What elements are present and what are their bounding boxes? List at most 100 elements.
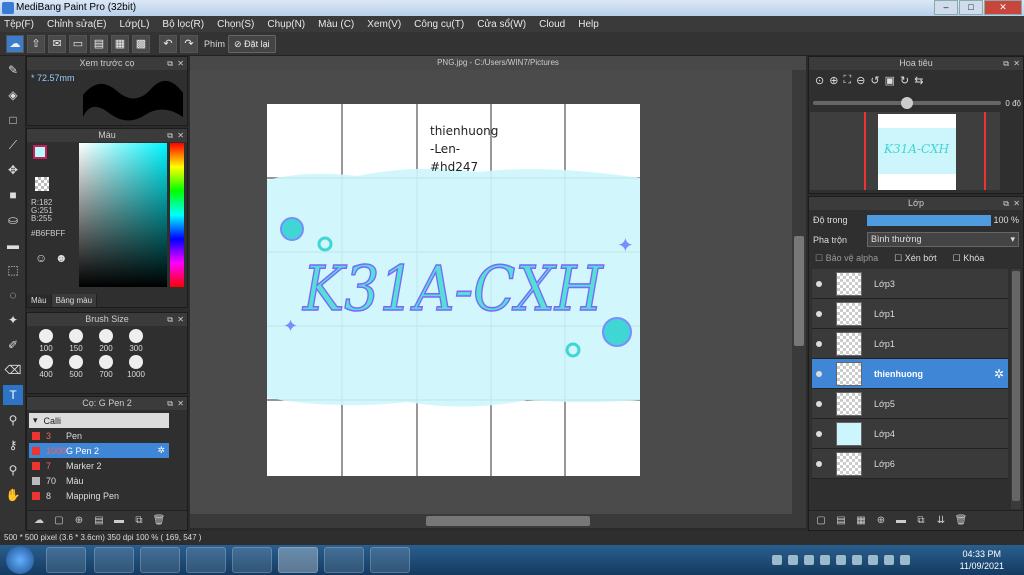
blend-mode-select[interactable]: Bình thường ▾ — [867, 232, 1019, 247]
new-1bit-layer-icon[interactable]: ▦ — [853, 514, 869, 528]
layer-row[interactable]: Lớp5 — [812, 389, 1008, 419]
brush-item[interactable]: 3 Pen — [29, 428, 169, 443]
undock-icon[interactable]: ⧉ — [167, 397, 173, 410]
protect-alpha-checkbox[interactable]: ☐ Bảo vệ alpha — [815, 253, 878, 264]
layer-row[interactable]: Lớp4 — [812, 419, 1008, 449]
horizontal-scroll-thumb[interactable] — [426, 516, 590, 526]
chat-icon[interactable]: ▭ — [69, 34, 87, 53]
lasso-tool-icon[interactable]: ◌ — [3, 285, 23, 305]
layer-scrollbar[interactable] — [1011, 269, 1021, 509]
zoom-in-icon[interactable]: ⊕ — [829, 74, 838, 87]
move-tool-icon[interactable]: ✥ — [3, 160, 23, 180]
layer-row[interactable]: Lớp1 — [812, 329, 1008, 359]
rotation-slider-thumb[interactable] — [901, 97, 913, 109]
brush-size-option[interactable]: 400 — [31, 355, 61, 379]
brush-item[interactable]: 7 Marker 2 — [29, 458, 169, 473]
close-panel-icon[interactable]: ✕ — [1013, 197, 1020, 210]
undock-icon[interactable]: ⧉ — [167, 313, 173, 326]
reset-button[interactable]: ⊘ Đặt lại — [228, 34, 276, 53]
pdf-reader-taskbar-icon[interactable] — [324, 547, 364, 573]
grid-icon[interactable]: ▩ — [132, 34, 150, 53]
brush-size-option[interactable]: 700 — [91, 355, 121, 379]
volume-icon[interactable] — [868, 555, 878, 565]
undock-icon[interactable]: ⧉ — [1003, 57, 1009, 70]
share-icon[interactable]: ⇧ — [27, 34, 45, 53]
fit-window-icon[interactable]: ⛶ — [843, 74, 851, 87]
opacity-slider[interactable] — [867, 215, 991, 226]
select-tool-icon[interactable]: ⬚ — [3, 260, 23, 280]
menu-filter[interactable]: Bộ lọc(R) — [162, 19, 204, 30]
tray-icon[interactable] — [820, 555, 830, 565]
zalo-taskbar-icon[interactable] — [94, 547, 134, 573]
canvas-paper[interactable]: ✦ ✦ K31A-CXH thienhuong -Len- #hd247 — [267, 104, 640, 476]
system-clock[interactable]: 04:33 PM 11/09/2021 — [960, 548, 1004, 572]
visibility-icon[interactable] — [816, 460, 822, 467]
fill-rect-tool-icon[interactable]: ■ — [3, 185, 23, 205]
close-button[interactable]: ✕ — [984, 0, 1022, 15]
brush-settings-icon[interactable]: ▤ — [91, 514, 107, 528]
eyedropper-tool-icon[interactable]: ⚷ — [3, 435, 23, 455]
visibility-icon[interactable] — [816, 280, 822, 287]
copy-icon[interactable]: ⧉ — [131, 514, 147, 528]
explorer-taskbar-icon[interactable] — [46, 547, 86, 573]
brush-item[interactable]: 70 Màu — [29, 473, 169, 488]
merge-layer-icon[interactable]: ⇊ — [933, 514, 949, 528]
brush-size-option[interactable]: 200 — [91, 329, 121, 353]
tray-icon[interactable] — [788, 555, 798, 565]
visibility-icon[interactable] — [816, 370, 822, 377]
menu-edit[interactable]: Chỉnh sửa(E) — [47, 19, 107, 30]
new-halftone-layer-icon[interactable]: ▤ — [833, 514, 849, 528]
add-brush-icon[interactable]: ⊕ — [71, 514, 87, 528]
new-layer-icon[interactable]: ▢ — [813, 514, 829, 528]
delete-icon[interactable]: 🗑 — [151, 514, 167, 528]
gradient-tool-icon[interactable]: ▬ — [3, 235, 23, 255]
navigator-preview[interactable]: K31A-CXH — [810, 112, 1000, 190]
select-pen-tool-icon[interactable]: ✐ — [3, 335, 23, 355]
menu-color[interactable]: Màu (C) — [318, 19, 354, 30]
menu-window[interactable]: Cửa sổ(W) — [477, 19, 526, 30]
select-eraser-tool-icon[interactable]: ⌫ — [3, 360, 23, 380]
visibility-icon[interactable] — [816, 310, 822, 317]
brush-size-option[interactable]: 300 — [121, 329, 151, 353]
folder-icon[interactable]: ▬ — [111, 514, 127, 528]
actual-size-icon[interactable]: ▣ — [885, 74, 895, 87]
zoom-fit-icon[interactable]: ⊙ — [815, 74, 824, 87]
maximize-button[interactable]: □ — [959, 0, 983, 15]
gear-icon[interactable]: ✲ — [157, 445, 165, 456]
brush-size-option[interactable]: 150 — [61, 329, 91, 353]
brush-group-calli[interactable]: ▾ Calli — [29, 413, 169, 428]
dot-tool-icon[interactable]: ⟋ — [3, 135, 23, 155]
layer-row[interactable]: Lớp6 — [812, 449, 1008, 479]
clip-checkbox[interactable]: ☐ Xén bớt — [894, 253, 937, 264]
media-player-taskbar-icon[interactable] — [140, 547, 180, 573]
close-panel-icon[interactable]: ✕ — [177, 397, 184, 410]
delete-layer-icon[interactable]: 🗑 — [953, 514, 969, 528]
rotate-right-icon[interactable]: ↻ — [900, 74, 909, 87]
start-button-icon[interactable] — [6, 546, 34, 574]
menu-snap[interactable]: Chụp(N) — [267, 19, 305, 30]
rotate-left-icon[interactable]: ↺ — [870, 74, 879, 87]
menu-view[interactable]: Xem(V) — [367, 19, 401, 30]
minimize-button[interactable]: – — [934, 0, 958, 15]
brush-size-option[interactable]: 100 — [31, 329, 61, 353]
signal-icon[interactable] — [900, 555, 910, 565]
tray-icon[interactable] — [772, 555, 782, 565]
saturation-value-picker[interactable] — [79, 143, 167, 287]
tab-palette[interactable]: Bảng màu — [51, 294, 98, 307]
new-brush-icon[interactable]: ▢ — [51, 514, 67, 528]
vertical-scrollbar[interactable] — [792, 70, 806, 514]
redo-icon[interactable]: ↷ — [180, 34, 198, 53]
undo-icon[interactable]: ↶ — [159, 34, 177, 53]
brush-item-selected[interactable]: 1000 G Pen 2 ✲ — [29, 443, 169, 458]
color-set-icon[interactable]: ☻ — [55, 251, 68, 265]
internet-explorer-taskbar-icon[interactable] — [186, 547, 226, 573]
network-icon[interactable] — [884, 555, 894, 565]
undock-icon[interactable]: ⧉ — [167, 57, 173, 70]
paint-taskbar-icon[interactable] — [370, 547, 410, 573]
zoom-out-icon[interactable]: ⊖ — [856, 74, 865, 87]
gear-icon[interactable]: ✲ — [994, 367, 1004, 381]
menu-layer[interactable]: Lớp(L) — [120, 19, 150, 30]
close-panel-icon[interactable]: ✕ — [177, 129, 184, 142]
medibang-taskbar-icon[interactable] — [278, 547, 318, 573]
visibility-icon[interactable] — [816, 430, 822, 437]
